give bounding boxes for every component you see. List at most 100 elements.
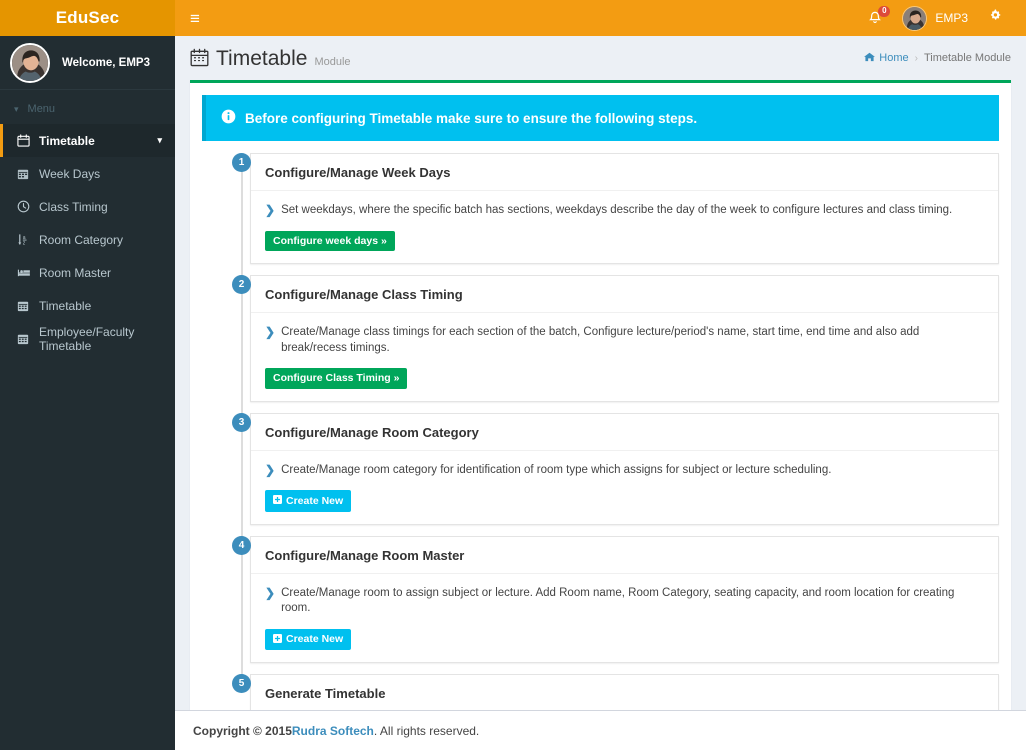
calendar-icon (17, 134, 39, 147)
chevron-down-icon: ▾ (14, 103, 19, 114)
footer-copyright-prefix: Copyright © 2015 (193, 723, 292, 738)
notifications-button[interactable]: 0 (858, 0, 892, 36)
create-new-room-master-button[interactable]: Create New (265, 628, 352, 651)
sidebar-item-room-category[interactable]: a z Room Category (0, 223, 175, 256)
sidebar-menu-label: Menu (27, 103, 56, 115)
step-connector-line (241, 165, 243, 285)
button-label: Create New (286, 494, 344, 507)
avatar (902, 5, 928, 31)
step-body: ❯ Create/Manage room category for identi… (251, 451, 998, 524)
breadcrumb-separator: › (914, 52, 918, 64)
step-description: Create/Manage class timings for each sec… (281, 326, 920, 354)
info-callout: Before configuring Timetable make sure t… (202, 95, 999, 141)
step-connector-line (241, 547, 243, 684)
button-label: Configure week days » (273, 234, 387, 247)
sidebar-item-week-days[interactable]: Week Days (0, 157, 175, 190)
step-body: ❯ Set weekdays, where the specific batch… (251, 191, 998, 263)
gears-icon (988, 9, 1004, 28)
create-new-room-category-button[interactable]: Create New (265, 490, 352, 512)
callout-text: Before configuring Timetable make sure t… (245, 110, 698, 126)
step-item: 2 Configure/Manage Class Timing ❯ Create… (232, 275, 999, 422)
steps-list: 1 Configure/Manage Week Days ❯ Set weekd… (202, 153, 999, 750)
step-number-badge: 5 (232, 674, 251, 694)
sidebar-item-timetable-view[interactable]: Timetable (0, 289, 175, 322)
page-title-text: Timetable (216, 47, 308, 70)
sidebar-item-room-master[interactable]: Room Master (0, 256, 175, 289)
step-connector-line (241, 287, 243, 422)
brand-logo[interactable]: EduSec (0, 0, 175, 36)
step-item: 4 Configure/Manage Room Master ❯ Create/… (232, 535, 999, 684)
button-label: Create New (286, 633, 344, 646)
page-subtitle: Module (314, 56, 351, 68)
calendar-alt-icon (17, 333, 39, 345)
button-label: Configure Class Timing » (273, 372, 400, 385)
user-menu-button[interactable]: EMP3 (892, 0, 978, 36)
step-item: 1 Configure/Manage Week Days ❯ Set weekd… (232, 153, 999, 285)
top-navbar: EduSec ≡ 0 EMP3 (0, 0, 1026, 36)
sidebar-item-timetable[interactable]: Timetable ▾ (0, 124, 175, 157)
app-root: EduSec ≡ 0 EMP3 Welcome, EMP3 ▾ Menu Tim… (0, 0, 1026, 750)
step-connector-line (241, 424, 243, 545)
step-title: Configure/Manage Room Master (251, 537, 998, 574)
step-description: Set weekdays, where the specific batch h… (281, 204, 953, 216)
step-description: Create/Manage room to assign subject or … (281, 586, 955, 615)
sidebar-item-label: Timetable (39, 133, 95, 148)
chevron-right-icon: ❯ (265, 585, 276, 600)
bell-icon: 0 (868, 5, 891, 26)
sidebar-item-label: Timetable (39, 298, 92, 313)
sidebar-toggle-icon[interactable]: ≡ (186, 8, 204, 29)
step-title: Generate Timetable (251, 675, 998, 713)
sidebar-item-label: Room Category (39, 232, 124, 247)
sidebar-menu-header: ▾ Menu (0, 90, 175, 124)
bed-icon (17, 267, 39, 279)
chevron-right-icon: ❯ (265, 462, 276, 477)
configure-week-days-button[interactable]: Configure week days » (265, 230, 395, 252)
step-number-badge: 4 (232, 535, 251, 555)
step-description-row: ❯ Create/Manage room to assign subject o… (265, 586, 984, 617)
svg-text:z: z (23, 241, 26, 246)
step-card: Configure/Manage Room Master ❯ Create/Ma… (250, 535, 999, 664)
step-card: Configure/Manage Week Days ❯ Set weekday… (250, 153, 999, 265)
content-wrapper: Timetable Module Home › Timetable Module (175, 36, 1026, 750)
footer-company-link[interactable]: Rudra Softech (292, 724, 374, 738)
chevron-down-icon: ▾ (157, 135, 162, 145)
settings-button[interactable] (978, 0, 1014, 36)
plus-square-icon (273, 633, 282, 646)
welcome-text: Welcome, EMP3 (62, 56, 150, 69)
plus-square-icon (273, 495, 282, 507)
step-card: Configure/Manage Class Timing ❯ Create/M… (250, 275, 999, 402)
step-description: Create/Manage room category for identifi… (281, 463, 832, 476)
sidebar-item-employee-faculty-timetable[interactable]: Employee/Faculty Timetable (0, 322, 175, 355)
configure-class-timing-button[interactable]: Configure Class Timing » (265, 368, 408, 389)
sidebar: Welcome, EMP3 ▾ Menu Timetable ▾ Week Da… (0, 36, 175, 750)
notification-badge: 0 (878, 5, 891, 17)
chevron-right-icon: ❯ (265, 203, 276, 217)
step-description-row: ❯ Create/Manage room category for identi… (265, 463, 984, 479)
step-item: 3 Configure/Manage Room Category ❯ Creat… (232, 412, 999, 545)
step-number-badge: 2 (232, 275, 251, 295)
step-number-badge: 3 (232, 412, 251, 432)
clock-icon (17, 200, 39, 213)
brand-name: EduSec (55, 8, 120, 27)
step-title: Configure/Manage Week Days (251, 154, 998, 191)
sidebar-user-panel: Welcome, EMP3 (0, 36, 175, 90)
sidebar-item-class-timing[interactable]: Class Timing (0, 190, 175, 223)
step-description-row: ❯ Set weekdays, where the specific batch… (265, 203, 984, 219)
page-title: Timetable Module (190, 46, 351, 70)
breadcrumb-current: Timetable Module (923, 52, 1011, 64)
sidebar-item-label: Class Timing (39, 199, 108, 214)
step-card: Configure/Manage Room Category ❯ Create/… (250, 412, 999, 525)
calendar-icon (190, 48, 209, 72)
breadcrumb-home-link[interactable]: Home (864, 52, 909, 65)
home-icon (864, 52, 876, 65)
navbar-user-name: EMP3 (935, 11, 968, 25)
info-circle-icon (221, 109, 236, 127)
sort-amount-icon: a z (17, 233, 39, 246)
calendar-week-icon (17, 168, 39, 180)
footer: Copyright © 2015 Rudra Softech . All rig… (175, 710, 1026, 750)
timetable-panel: Before configuring Timetable make sure t… (190, 80, 1011, 750)
sidebar-item-label: Room Master (39, 265, 112, 280)
step-number-badge: 1 (232, 153, 251, 172)
navbar-right-menu: 0 EMP3 (858, 0, 1014, 36)
breadcrumb: Home › Timetable Module (864, 52, 1011, 65)
